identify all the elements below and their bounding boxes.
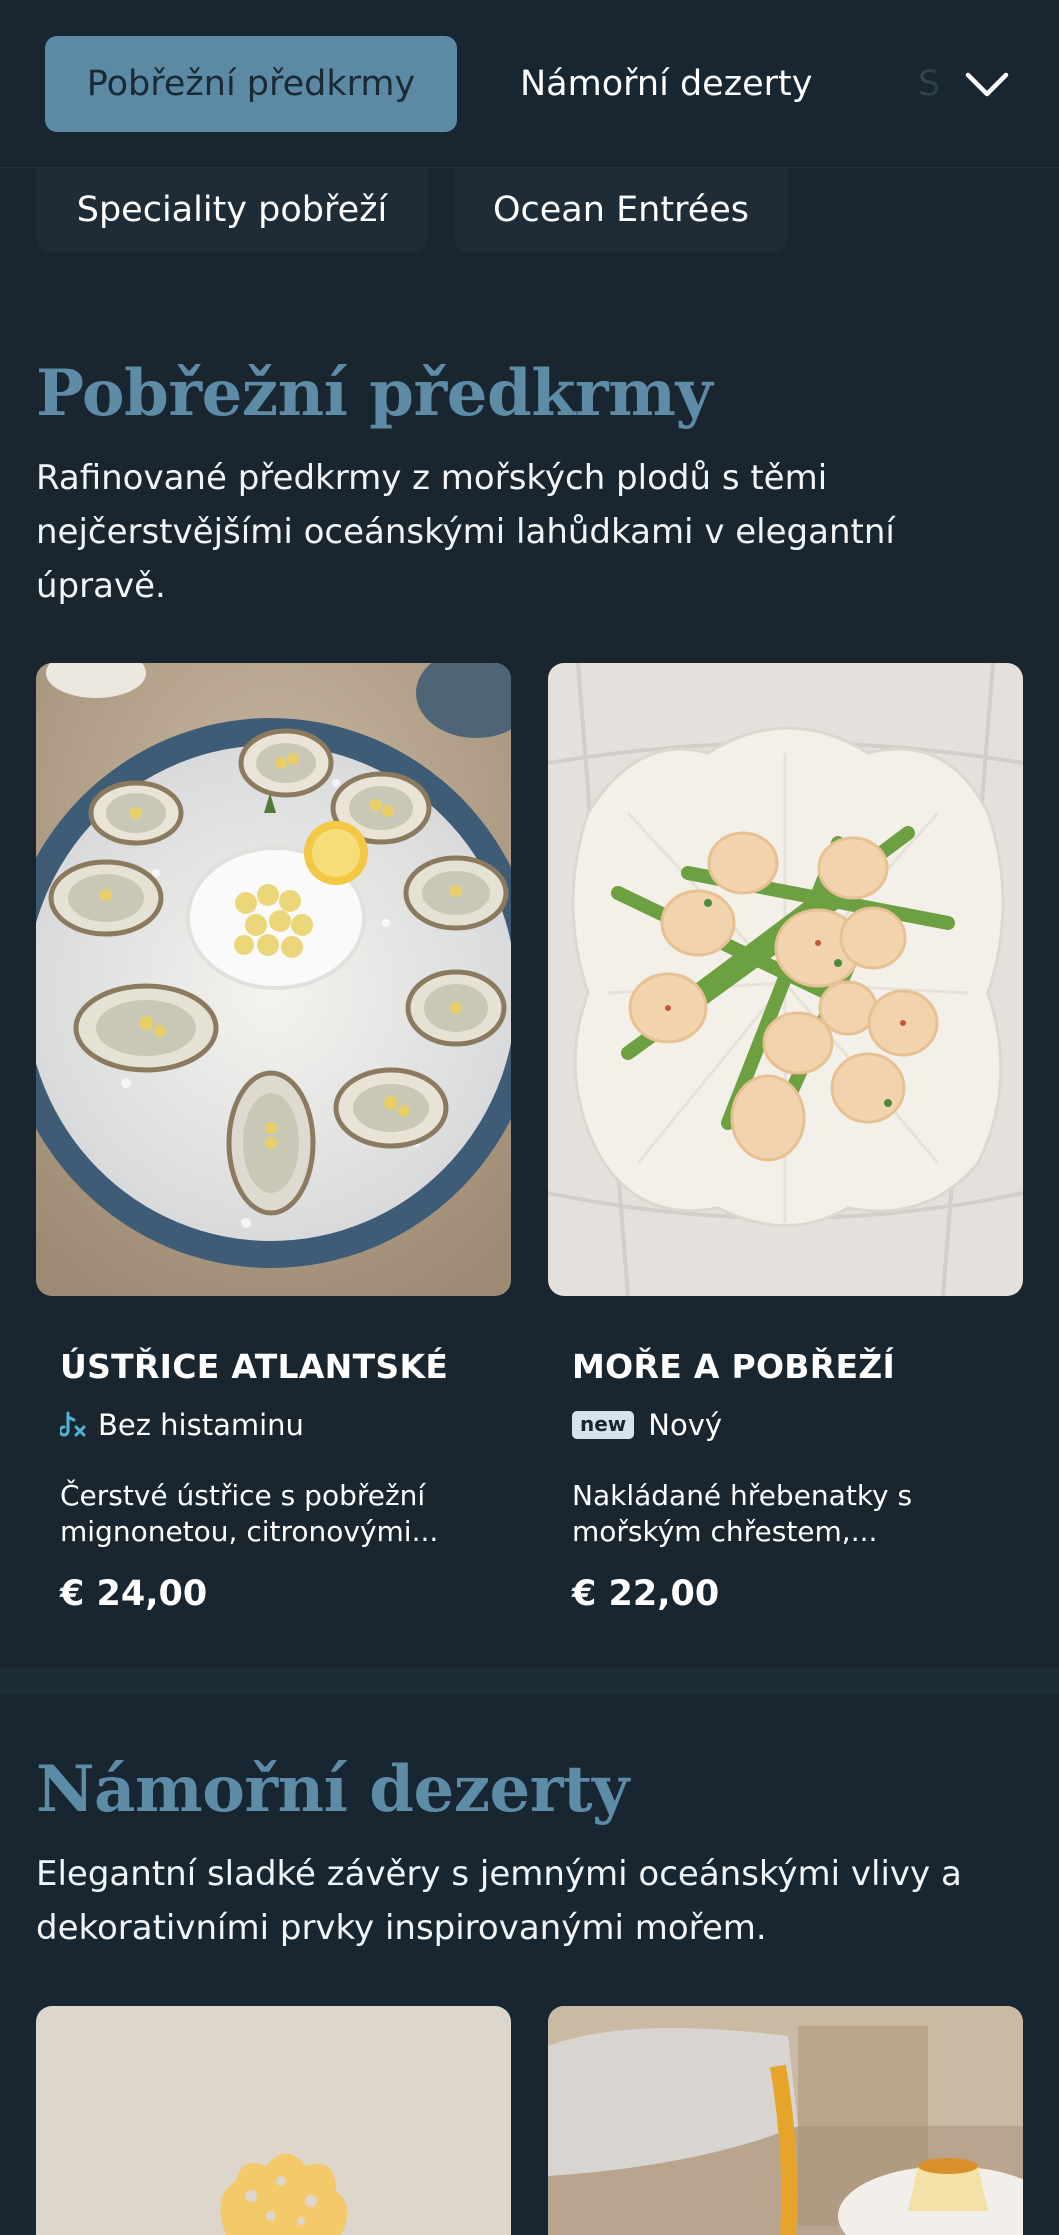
- new-tag: new Nový: [572, 1408, 722, 1442]
- category-nav: Pobřežní předkrmy Námořní dezerty S: [0, 0, 1059, 168]
- tab-pobrezni-predkrmy[interactable]: Pobřežní předkrmy: [45, 36, 457, 132]
- dish-price: € 24,00: [60, 1574, 208, 1614]
- dessert-image[interactable]: [36, 2006, 511, 2235]
- oysters-image[interactable]: [36, 663, 511, 1296]
- tag-label: Bez histaminu: [98, 1408, 304, 1442]
- dish-name[interactable]: ÚSTŘICE ATLANTSKÉ: [60, 1347, 448, 1386]
- dish-price: € 22,00: [572, 1574, 720, 1614]
- section-title: Pobřežní předkrmy: [36, 356, 713, 431]
- section-title: Námořní dezerty: [36, 1752, 629, 1827]
- tab-namorni-dezerty[interactable]: Námořní dezerty: [520, 36, 812, 132]
- tag-label: Nový: [648, 1408, 723, 1442]
- new-badge: new: [572, 1411, 635, 1439]
- dessert-sauce-image[interactable]: [548, 2006, 1023, 2235]
- no-histamine-icon: [60, 1411, 86, 1439]
- chip-ocean-entrees[interactable]: Ocean Entrées: [454, 168, 788, 252]
- section-description: Rafinované předkrmy z mořských plodů s t…: [36, 458, 895, 606]
- dietary-tag: Bez histaminu: [60, 1408, 304, 1442]
- chip-speciality-pobrezi[interactable]: Speciality pobřeží: [36, 168, 428, 252]
- scallops-image[interactable]: [548, 663, 1023, 1296]
- section-description: Elegantní sladké závěry s jemnými oceáns…: [36, 1854, 962, 1948]
- dish-description: Nakládané hřebenatky s mořským chřestem,…: [572, 1479, 913, 1548]
- chevron-down-icon[interactable]: [962, 60, 1012, 110]
- dish-name[interactable]: MOŘE A POBŘEŽÍ: [572, 1347, 895, 1386]
- dish-description: Čerstvé ústřice s pobřežní mignonetou, c…: [60, 1479, 439, 1548]
- section-divider: [0, 1668, 1059, 1694]
